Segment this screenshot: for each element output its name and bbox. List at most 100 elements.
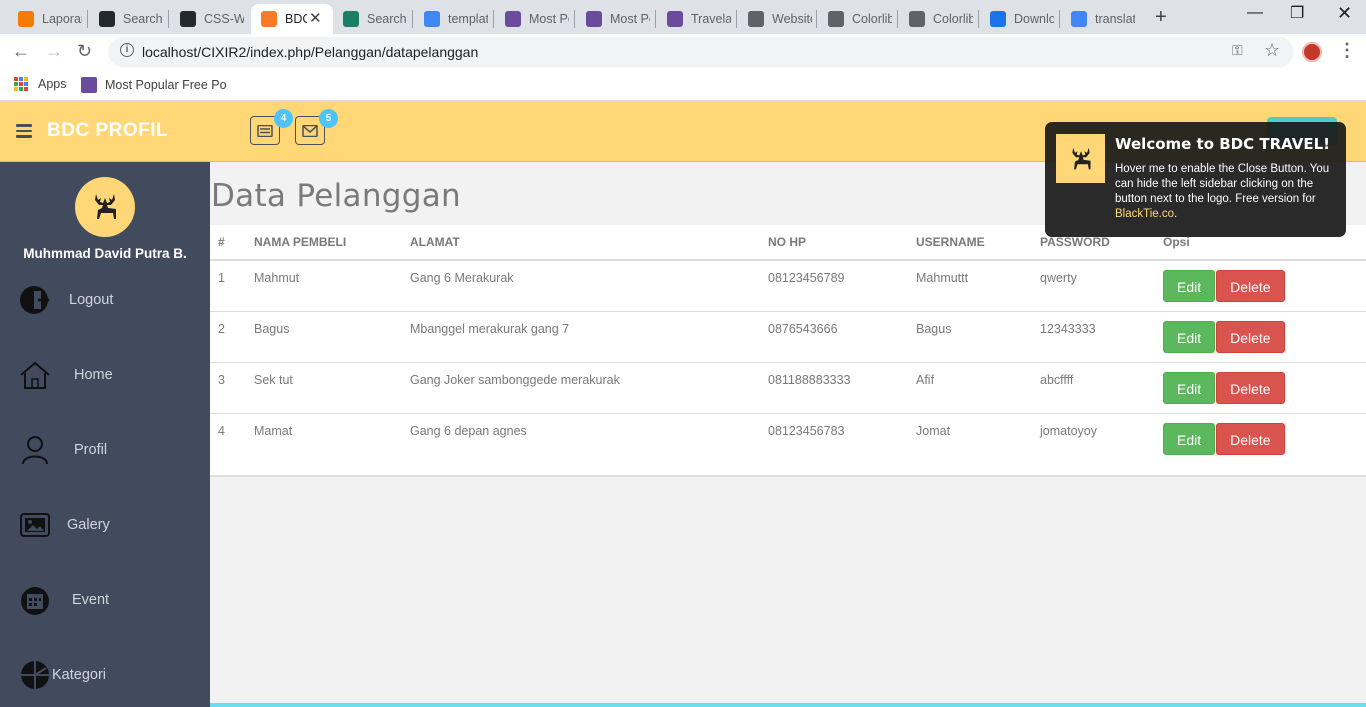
- reload-icon[interactable]: ↻: [77, 41, 92, 62]
- customer-username: Jomat: [916, 423, 951, 438]
- edit-button[interactable]: Edit: [1163, 320, 1216, 353]
- column-header: USERNAME: [908, 225, 1032, 261]
- colorlib-icon: [505, 11, 521, 27]
- bookmark-label: Most Popular Free Po: [105, 78, 227, 92]
- edit-button[interactable]: Edit: [1163, 270, 1216, 302]
- row-number: 3: [210, 362, 246, 414]
- browser-tab-title: Search: [123, 12, 163, 26]
- delete-button[interactable]: Delete: [1216, 270, 1285, 302]
- browser-tab[interactable]: Colorlib: [818, 4, 898, 34]
- browser-tab-title: Search: [367, 12, 407, 26]
- wordpress-icon: [828, 11, 844, 27]
- browser-tab[interactable]: translat: [1061, 4, 1141, 34]
- customer-username: Bagus: [908, 311, 1032, 363]
- sidebar-item-home[interactable]: Home: [0, 359, 210, 399]
- customer-name: Sek tut: [246, 362, 402, 414]
- home-icon: [20, 361, 50, 389]
- tab-separator: [87, 10, 88, 28]
- notification-suffix: .: [1174, 208, 1178, 220]
- browser-toolbar: ← → ↻ i localhost/CIXIR2/index.php/Pelan…: [0, 34, 1366, 70]
- customer-password: qwerty: [1032, 260, 1155, 312]
- sidebar-item-profil[interactable]: Profil: [0, 434, 210, 474]
- browser-tab[interactable]: Travelas: [657, 4, 737, 34]
- row-actions: Edit Delete: [1155, 413, 1366, 464]
- colorlib-icon: [667, 11, 683, 27]
- table-row: 3 Sek tut Gang Joker sambonggede merakurak…: [210, 362, 1366, 414]
- column-header: NAMA PEMBELI: [246, 225, 402, 261]
- user-name: Muhmmad David Putra B.: [23, 246, 187, 261]
- browser-tab[interactable]: templat: [414, 4, 494, 34]
- delete-button[interactable]: Delete: [1216, 320, 1285, 353]
- delete-button[interactable]: Delete: [1216, 371, 1285, 404]
- minimize-icon[interactable]: —: [1247, 4, 1263, 22]
- browser-tab[interactable]: Laporan: [8, 4, 88, 34]
- notification-text: Hover me to enable the Close Button. You…: [1115, 162, 1340, 222]
- browser-tab[interactable]: Colorlib: [899, 4, 979, 34]
- delete-button[interactable]: Delete: [1216, 422, 1285, 455]
- sidebar-toggle-icon[interactable]: [16, 124, 32, 138]
- customer-name: Mamat: [254, 423, 293, 438]
- star-icon[interactable]: ☆: [1264, 40, 1280, 61]
- maximize-icon[interactable]: ❐: [1290, 3, 1304, 23]
- browser-tab[interactable]: CSS-Wo: [170, 4, 250, 34]
- browser-tab[interactable]: Search: [333, 4, 413, 34]
- page-title: Data Pelanggan: [211, 178, 461, 214]
- close-window-icon[interactable]: ✕: [1337, 3, 1352, 24]
- sidebar: Muhmmad David Putra B. Logout Home Profi…: [0, 162, 210, 707]
- bookmark-apps[interactable]: Apps: [14, 77, 67, 91]
- edit-button[interactable]: Edit: [1163, 422, 1216, 455]
- wordpress-icon: [909, 11, 925, 27]
- row-number: 1: [210, 260, 246, 312]
- browser-tabstrip: Laporan Search CSS-Wo BDC Search templat Most …: [0, 0, 1366, 34]
- browser-tab[interactable]: Most Po: [576, 4, 656, 34]
- sidebar-item-label: Galery: [67, 517, 110, 533]
- sidebar-item-kategori[interactable]: Kategori: [0, 659, 210, 699]
- app-logo[interactable]: BDC PROFIL: [47, 120, 168, 142]
- welcome-notification[interactable]: Welcome to BDC TRAVEL! Hover me to enabl…: [1045, 122, 1346, 237]
- row-number: 4: [218, 423, 225, 438]
- category-icon: [21, 661, 49, 689]
- customer-password: abcffff: [1032, 362, 1155, 414]
- download-icon: [990, 11, 1006, 27]
- sidebar-item-event[interactable]: Event: [0, 584, 210, 624]
- table-row: 2 Bagus Mbanggel merakurak gang 7 087654366…: [210, 311, 1366, 363]
- profile-avatar[interactable]: [1302, 42, 1322, 62]
- back-icon[interactable]: ←: [12, 41, 30, 62]
- tab-separator: [816, 10, 817, 28]
- sidebar-item-label: Home: [74, 367, 113, 383]
- notification-link[interactable]: BlackTie.co: [1115, 208, 1174, 220]
- mail-button[interactable]: 5: [295, 109, 338, 145]
- user-avatar[interactable]: [75, 177, 135, 237]
- tab-separator: [1059, 10, 1060, 28]
- colorlib-icon: [586, 11, 602, 27]
- browser-tab[interactable]: Most Po: [495, 4, 575, 34]
- logout-icon: [20, 286, 50, 314]
- edit-button[interactable]: Edit: [1163, 371, 1216, 404]
- bookmark-item[interactable]: Most Popular Free Po: [81, 77, 227, 93]
- sidebar-item-galery[interactable]: Galery: [0, 509, 210, 549]
- gallery-icon: [20, 513, 50, 537]
- browser-menu-icon[interactable]: ⋮: [1338, 40, 1356, 61]
- tasks-button[interactable]: 4: [250, 109, 293, 145]
- forward-icon[interactable]: →: [45, 41, 63, 62]
- sidebar-item-logout[interactable]: Logout: [0, 284, 210, 324]
- new-tab-icon[interactable]: +: [1155, 6, 1167, 29]
- browser-tab[interactable]: Search: [89, 4, 169, 34]
- customer-address: Gang Joker sambonggede merakurak: [402, 362, 760, 414]
- browser-tab[interactable]: Downlo: [980, 4, 1060, 34]
- page-icon: [748, 11, 764, 27]
- google-icon: [1071, 11, 1087, 27]
- browser-tab-title: BDC: [285, 12, 307, 26]
- customer-username: Afif: [908, 362, 1032, 414]
- tab-close-icon[interactable]: ✕: [309, 9, 322, 27]
- tasks-badge: 4: [274, 109, 293, 128]
- key-icon[interactable]: ⚿: [1232, 42, 1243, 59]
- url-text[interactable]: localhost/CIXIR2/index.php/Pelanggan/dat…: [142, 44, 478, 60]
- browser-tab[interactable]: Website: [738, 4, 818, 34]
- customer-address: Gang 6 Merakurak: [402, 260, 760, 312]
- info-icon[interactable]: i: [120, 43, 134, 57]
- notification-body: Hover me to enable the Close Button. You…: [1115, 163, 1330, 205]
- address-bar[interactable]: i localhost/CIXIR2/index.php/Pelanggan/d…: [108, 37, 1294, 67]
- browser-tab-title: Downlo: [1014, 12, 1054, 26]
- table-row: 4 Mamat Gang 6 depan agnes 08123456783 Jomat…: [210, 413, 1366, 464]
